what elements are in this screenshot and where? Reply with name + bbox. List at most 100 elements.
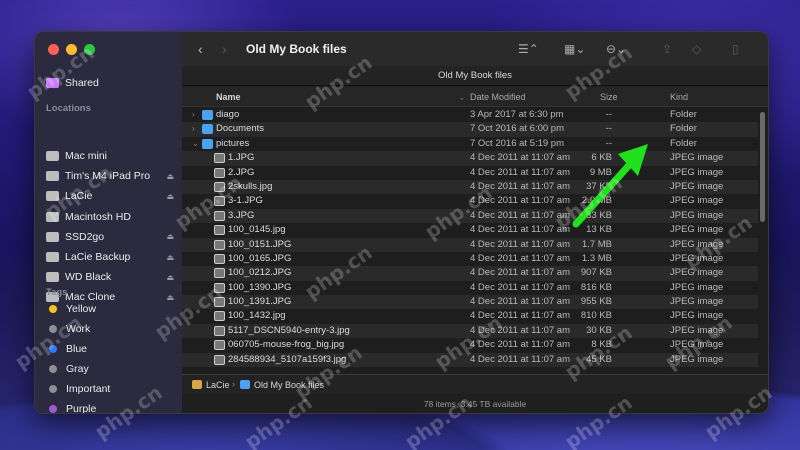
path-current[interactable]: Old My Book files [254,380,324,390]
file-kind: JPEG image [670,267,724,279]
file-size: 1.3 MB [581,252,612,264]
column-name[interactable]: Name [216,92,241,102]
table-row[interactable]: 2.JPG 4 Dec 2011 at 11:07 am 9 MB JPEG imag… [182,166,758,180]
sidebar: Shared Locations Mac mini Tim's M4 iPad P… [35,32,182,413]
close-button[interactable] [48,44,59,55]
table-row[interactable]: › diago 3 Apr 2017 at 6:30 pm -- Folder [182,108,758,122]
sidebar-item-tag[interactable]: Blue [46,340,174,358]
sidebar-item-label: Blue [66,343,88,355]
table-row[interactable]: 100_0212.JPG 4 Dec 2011 at 11:07 am 907 KB… [182,266,758,281]
table-row[interactable]: 100_1390.JPG 4 Dec 2011 at 11:07 am 816 KB… [182,281,758,295]
eject-icon[interactable]: ⏏ [166,232,174,241]
eject-icon[interactable]: ⏏ [166,172,174,181]
file-date: 4 Dec 2011 at 11:07 am [470,281,570,293]
table-row[interactable]: 2skulls.jpg 4 Dec 2011 at 11:07 am 37 KB JP… [182,179,758,195]
tag-icon[interactable]: ◇ [692,42,701,56]
sidebar-item-location[interactable]: Macintosh HD [46,208,174,226]
sidebar-item-label: Purple [66,403,97,414]
sidebar-item-location[interactable]: SSD2go ⏏ [46,228,174,246]
chevron-right-icon[interactable]: › [192,108,195,122]
path-root[interactable]: LaCie [206,380,230,390]
chevron-right-icon[interactable]: › [192,122,195,136]
file-date: 4 Dec 2011 at 11:07 am [470,209,570,221]
table-row[interactable]: › Documents 7 Oct 2016 at 6:00 pm -- Folder [182,122,758,137]
sidebar-item-tag[interactable]: Important [46,380,174,398]
table-row[interactable]: 100_1432.jpg 4 Dec 2011 at 11:07 am 810 KB… [182,309,758,323]
file-kind: JPEG image [670,324,724,336]
table-row[interactable]: 1.JPG 4 Dec 2011 at 11:07 am 6 KB JPEG imag… [182,151,758,166]
column-size[interactable]: Size [600,92,618,102]
table-row[interactable]: 284588934_5107a159f3.jpg 4 Dec 2011 at 11… [182,352,758,368]
sidebar-item-label: Mac mini [65,150,108,162]
toolbar: ‹ › Old My Book files ☰⌃ ▦⌄ ⊖⌄ ⇪ ◇ ▯ ⌕ [182,32,768,66]
file-kind: JPEG image [670,224,724,236]
minimize-button[interactable] [66,44,77,55]
forward-button[interactable]: › [222,41,227,57]
sidebar-item-tag[interactable]: Gray [46,360,174,378]
scrollbar[interactable] [760,112,765,222]
sidebar-item-tag[interactable]: Purple [46,400,174,414]
file-kind: JPEG image [670,296,724,308]
eject-icon[interactable]: ⏏ [166,192,174,201]
image-file-icon [214,325,225,336]
sort-chevron-icon: ⌄ [458,92,466,102]
column-date-modified[interactable]: Date Modified [470,92,526,102]
sidebar-item-location[interactable]: Tim's M4 iPad Pro ⏏ [46,167,174,185]
sidebar-item-location[interactable]: WD Black ⏏ [46,268,174,286]
drive-icon [46,231,59,242]
table-row[interactable]: 3.JPG 4 Dec 2011 at 11:07 am 33 KB JPEG ima… [182,208,758,224]
sidebar-item-tag[interactable]: Yellow [46,300,174,318]
file-date: 4 Dec 2011 at 11:07 am [470,224,570,236]
sidebar-item-location[interactable]: Mac mini [46,147,174,165]
image-file-icon [214,253,225,264]
file-list: › diago 3 Apr 2017 at 6:30 pm -- Folder › Docu… [182,108,758,372]
file-date: 4 Dec 2011 at 11:07 am [470,195,570,207]
sidebar-item-tag[interactable]: Work [46,320,174,338]
table-row[interactable]: 3-1.JPG4 Dec 2011 at 11:07 am2.9 MBJPEG … [182,194,758,208]
sidebar-item-label: Macintosh HD [65,210,131,223]
table-row[interactable]: 5117_DSCN5940-entry-3.jpg 4 Dec 2011 at 1… [182,323,758,339]
sidebar-item-label: Work [66,323,91,335]
tab-bar[interactable]: Old My Book files [182,66,768,86]
file-name: 2.JPG [228,166,255,178]
table-row[interactable]: 100_0151.JPG 4 Dec 2011 at 11:07 am 1.7 MB… [182,237,758,252]
file-kind: JPEG image [670,310,724,322]
drive-icon [46,151,59,161]
table-row[interactable]: 100_0165.JPG 4 Dec 2011 at 11:07 am 1.3 MB… [182,252,758,266]
action-icon[interactable]: ⊖⌄ [606,42,626,56]
zoom-button[interactable] [84,44,95,55]
group-icon[interactable]: ▦⌄ [564,42,585,56]
file-name: 100_0165.JPG [228,252,292,264]
file-date: 4 Dec 2011 at 11:07 am [470,238,570,250]
file-date: 4 Dec 2011 at 11:07 am [470,296,570,308]
chevron-down-icon[interactable]: ⌄ [192,137,199,151]
file-name: 060705-mouse-frog_big.jpg [228,339,345,351]
back-button[interactable]: ‹ [198,41,203,57]
table-row[interactable]: 100_0145.jpg 4 Dec 2011 at 11:07 am 13 KB J… [182,223,758,237]
file-date: 4 Dec 2011 at 11:07 am [470,252,570,264]
column-kind[interactable]: Kind [670,92,688,102]
file-date: 4 Dec 2011 at 11:07 am [470,324,570,336]
tag-dot-icon [49,365,57,373]
file-size: -- [605,109,612,120]
image-file-icon [214,196,225,207]
sidebar-item-label: Tim's M4 iPad Pro [65,170,151,183]
sidebar-item-location[interactable]: LaCie ⏏ [46,187,174,205]
image-file-icon [214,268,225,279]
trash-icon[interactable]: ▯ [732,42,739,56]
list-view-icon[interactable]: ☰⌃ [518,42,539,56]
share-icon[interactable]: ⇪ [662,42,672,56]
image-file-icon [214,311,225,322]
tags-heading: Tags [46,287,68,298]
table-row[interactable]: 100_1391.JPG 4 Dec 2011 at 11:07 am 955 KB… [182,295,758,310]
table-row[interactable]: 060705-mouse-frog_big.jpg 4 Dec 2011 at 1… [182,338,758,352]
sidebar-item-label: LaCie [65,190,93,203]
file-date: 4 Dec 2011 at 11:07 am [470,353,570,365]
sidebar-item-location[interactable]: LaCie Backup ⏏ [46,248,174,266]
eject-icon[interactable]: ⏏ [166,273,174,282]
sidebar-item-shared[interactable]: Shared [46,74,174,92]
table-row[interactable]: ⌄ pictures 7 Oct 2016 at 5:19 pm -- Folder [182,137,758,151]
file-name: 3-1.JPG [228,195,263,207]
file-size: 8 KB [591,339,612,351]
eject-icon[interactable]: ⏏ [166,253,174,262]
